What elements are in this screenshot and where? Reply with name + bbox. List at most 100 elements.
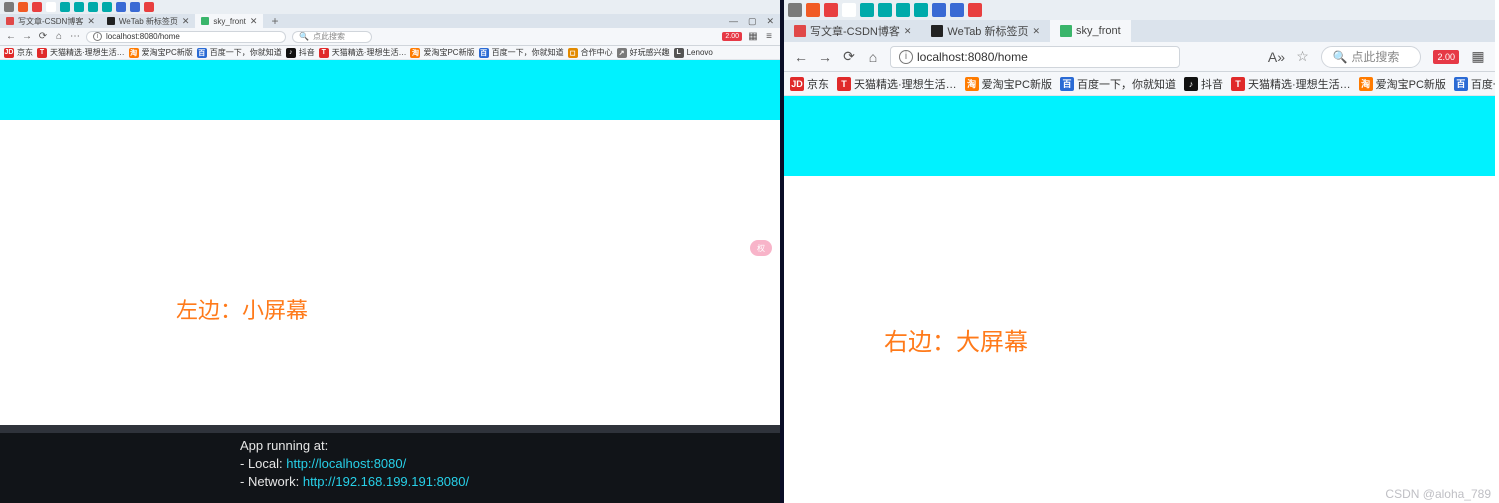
price-badge[interactable]: 2.00 <box>722 32 742 41</box>
titlebar-pinned-icon[interactable] <box>116 2 126 12</box>
new-tab-button[interactable]: + <box>263 14 286 28</box>
back-button[interactable]: ← <box>794 50 808 64</box>
bookmark-favicon: JD <box>790 77 804 91</box>
titlebar-pinned-icon[interactable] <box>788 3 802 17</box>
address-bar: ← → ⟳ ⌂ i localhost:8080/home A» ☆ 🔍 点此搜… <box>784 42 1495 72</box>
search-field[interactable]: 🔍 点此搜索 <box>1321 46 1421 68</box>
titlebar <box>784 0 1495 20</box>
bookmark-item[interactable]: 百百度一下，你就知道 <box>197 47 282 58</box>
forward-button[interactable]: → <box>818 50 832 64</box>
titlebar-pinned-icon[interactable] <box>914 3 928 17</box>
bookmark-item[interactable]: JD京东 <box>790 76 829 92</box>
pink-badge[interactable]: 权 <box>750 240 772 256</box>
bookmark-label: 天猫精选·理想生活… <box>332 47 407 58</box>
maximize-button[interactable]: ▢ <box>748 16 757 27</box>
bookmark-item[interactable]: 百百度一下，你就知道 <box>1060 76 1176 92</box>
bookmark-item[interactable]: T天猫精选·理想生活… <box>1231 76 1351 92</box>
site-info-icon[interactable]: i <box>93 32 102 41</box>
menu-icon[interactable]: ≡ <box>764 32 774 42</box>
titlebar <box>0 0 780 14</box>
extension-icon[interactable]: ▦ <box>748 32 758 42</box>
home-button[interactable]: ⌂ <box>866 50 880 64</box>
bookmarks-bar: JD京东T天猫精选·理想生活…淘爱淘宝PC新版百百度一下，你就知道♪抖音T天猫精… <box>784 72 1495 96</box>
bookmark-item[interactable]: 百百度一下，你就知道 <box>1454 76 1495 92</box>
bookmark-label: 好玩感兴趣 <box>630 47 670 58</box>
bookmark-item[interactable]: T天猫精选·理想生活… <box>319 47 407 58</box>
bookmark-label: 天猫精选·理想生活… <box>1248 76 1351 92</box>
bookmark-item[interactable]: LLenovo <box>674 48 713 58</box>
browser-tab[interactable]: sky_front <box>1050 20 1131 42</box>
bookmark-item[interactable]: ↗好玩感兴趣 <box>617 47 670 58</box>
bookmark-label: 爱淘宝PC新版 <box>142 47 193 58</box>
titlebar-pinned-icon[interactable] <box>18 2 28 12</box>
bookmark-item[interactable]: ♪抖音 <box>1184 76 1223 92</box>
site-info-icon[interactable]: i <box>899 50 913 64</box>
url-text: localhost:8080/home <box>106 32 180 41</box>
tab-close-icon[interactable]: ✕ <box>87 16 95 27</box>
titlebar-pinned-icon[interactable] <box>824 3 838 17</box>
tab-close-icon[interactable]: ✕ <box>182 16 190 27</box>
browser-tab[interactable]: sky_front ✕ <box>195 14 263 28</box>
browser-tab[interactable]: WeTab 新标签页✕ <box>921 20 1050 42</box>
tab-close-icon[interactable]: ✕ <box>250 16 258 27</box>
bookmark-favicon: T <box>837 77 851 91</box>
browser-tab[interactable]: WeTab 新标签页✕ <box>101 14 196 28</box>
titlebar-pinned-icon[interactable] <box>842 3 856 17</box>
titlebar-pinned-icon[interactable] <box>4 2 14 12</box>
bookmark-item[interactable]: ◻合作中心 <box>568 47 613 58</box>
bookmark-item[interactable]: 淘爱淘宝PC新版 <box>965 76 1052 92</box>
titlebar-pinned-icon[interactable] <box>860 3 874 17</box>
titlebar-pinned-icon[interactable] <box>806 3 820 17</box>
bookmark-item[interactable]: ♪抖音 <box>286 47 315 58</box>
page-content: 权 <box>0 60 780 420</box>
bookmark-item[interactable]: 淘爱淘宝PC新版 <box>1359 76 1446 92</box>
forward-button[interactable]: → <box>22 32 32 42</box>
titlebar-pinned-icon[interactable] <box>102 2 112 12</box>
reload-button[interactable]: ⟳ <box>842 50 856 64</box>
bookmark-favicon: 淘 <box>965 77 979 91</box>
reader-mode-icon[interactable]: A» <box>1269 50 1283 64</box>
search-icon: 🔍 <box>1332 50 1347 64</box>
terminal-local-url[interactable]: http://localhost:8080/ <box>286 456 406 471</box>
titlebar-pinned-icon[interactable] <box>32 2 42 12</box>
search-icon: 🔍 <box>299 32 309 41</box>
titlebar-pinned-icon[interactable] <box>130 2 140 12</box>
tab-close-icon[interactable]: ✕ <box>1032 26 1040 37</box>
bookmark-star-icon[interactable]: ☆ <box>1295 50 1309 64</box>
titlebar-pinned-icon[interactable] <box>896 3 910 17</box>
tab-close-icon[interactable]: ✕ <box>904 26 912 37</box>
titlebar-pinned-icon[interactable] <box>968 3 982 17</box>
bookmark-item[interactable]: 淘爱淘宝PC新版 <box>410 47 474 58</box>
titlebar-pinned-icon[interactable] <box>74 2 84 12</box>
titlebar-pinned-icon[interactable] <box>144 2 154 12</box>
home-button[interactable]: ⌂ <box>54 32 64 42</box>
back-button[interactable]: ← <box>6 32 16 42</box>
bookmark-item[interactable]: 淘爱淘宝PC新版 <box>129 47 193 58</box>
minimize-button[interactable]: — <box>729 16 738 27</box>
bookmark-favicon: 百 <box>1454 77 1468 91</box>
bookmark-item[interactable]: T天猫精选·理想生活… <box>837 76 957 92</box>
tab-label: sky_front <box>213 17 245 26</box>
url-field[interactable]: i localhost:8080/home <box>890 46 1180 68</box>
terminal-network-url[interactable]: http://192.168.199.191:8080/ <box>303 474 469 489</box>
reload-button[interactable]: ⟳ <box>38 32 48 42</box>
bookmark-item[interactable]: JD京东 <box>4 47 33 58</box>
titlebar-pinned-icon[interactable] <box>88 2 98 12</box>
bookmark-item[interactable]: 百百度一下，你就知道 <box>479 47 564 58</box>
more-button[interactable]: ⋯ <box>70 32 80 42</box>
extension-icon[interactable]: ▦ <box>1471 50 1485 64</box>
browser-tab[interactable]: 写文章-CSDN博客✕ <box>784 20 921 42</box>
close-window-button[interactable]: ✕ <box>766 16 774 27</box>
url-field[interactable]: i localhost:8080/home <box>86 31 286 43</box>
titlebar-pinned-icon[interactable] <box>46 2 56 12</box>
titlebar-pinned-icon[interactable] <box>60 2 70 12</box>
price-badge[interactable]: 2.00 <box>1433 50 1459 64</box>
browser-tab[interactable]: 写文章-CSDN博客✕ <box>0 14 101 28</box>
bookmark-label: 合作中心 <box>581 47 613 58</box>
titlebar-pinned-icon[interactable] <box>932 3 946 17</box>
titlebar-pinned-icon[interactable] <box>878 3 892 17</box>
titlebar-pinned-icon[interactable] <box>950 3 964 17</box>
bookmark-item[interactable]: T天猫精选·理想生活… <box>37 47 125 58</box>
search-field[interactable]: 🔍 点此搜索 <box>292 31 372 43</box>
tab-favicon <box>931 25 943 37</box>
